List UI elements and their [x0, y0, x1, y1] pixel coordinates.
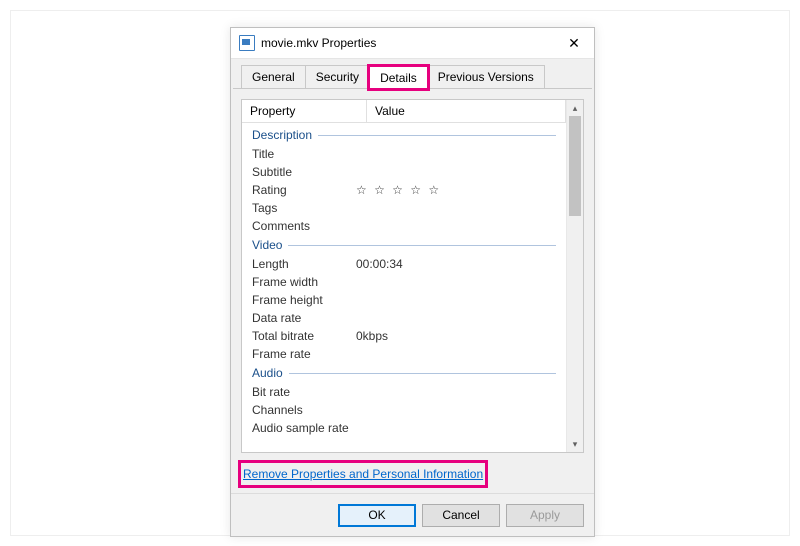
value-channels: [356, 403, 556, 417]
value-frame-width: [356, 275, 556, 289]
group-video: Video: [242, 235, 566, 255]
row-audio-sample-rate[interactable]: Audio sample rate: [242, 419, 566, 437]
label-data-rate: Data rate: [252, 311, 356, 325]
row-total-bitrate[interactable]: Total bitrate 0kbps: [242, 327, 566, 345]
tab-general[interactable]: General: [241, 65, 306, 88]
value-frame-rate: [356, 347, 556, 361]
value-title: [356, 147, 556, 161]
row-channels[interactable]: Channels: [242, 401, 566, 419]
row-bit-rate[interactable]: Bit rate: [242, 383, 566, 401]
value-tags: [356, 201, 556, 215]
property-rows: Description Title Subtitle Rating ☆: [242, 123, 566, 452]
row-frame-height[interactable]: Frame height: [242, 291, 566, 309]
label-comments: Comments: [252, 219, 356, 233]
scroll-thumb[interactable]: [569, 116, 581, 216]
value-comments: [356, 219, 556, 233]
row-length[interactable]: Length 00:00:34: [242, 255, 566, 273]
group-label-text: Audio: [252, 366, 283, 380]
row-subtitle[interactable]: Subtitle: [242, 163, 566, 181]
apply-button: Apply: [506, 504, 584, 527]
remove-link-highlight: Remove Properties and Personal Informati…: [241, 463, 485, 485]
properties-list: Property Value Description Title Subtitl…: [242, 100, 566, 452]
row-data-rate[interactable]: Data rate: [242, 309, 566, 327]
group-description: Description: [242, 125, 566, 145]
remove-properties-link[interactable]: Remove Properties and Personal Informati…: [243, 467, 483, 481]
label-rating: Rating: [252, 183, 356, 197]
value-bit-rate: [356, 385, 556, 399]
label-frame-width: Frame width: [252, 275, 356, 289]
page-frame: movie.mkv Properties ✕ General Security …: [10, 10, 790, 536]
tab-previous-versions[interactable]: Previous Versions: [427, 65, 545, 88]
properties-panel: Property Value Description Title Subtitl…: [241, 99, 584, 453]
label-tags: Tags: [252, 201, 356, 215]
file-icon: [239, 35, 255, 51]
group-label-text: Video: [252, 238, 282, 252]
tab-content: Property Value Description Title Subtitl…: [231, 89, 594, 493]
group-label-text: Description: [252, 128, 312, 142]
tab-security[interactable]: Security: [305, 65, 370, 88]
tab-details[interactable]: Details: [369, 66, 428, 89]
label-title: Title: [252, 147, 356, 161]
label-audio-sample-rate: Audio sample rate: [252, 421, 356, 435]
label-frame-rate: Frame rate: [252, 347, 356, 361]
row-comments[interactable]: Comments: [242, 217, 566, 235]
row-tags[interactable]: Tags: [242, 199, 566, 217]
value-rating[interactable]: ☆ ☆ ☆ ☆ ☆: [356, 183, 556, 197]
close-icon[interactable]: ✕: [554, 35, 594, 52]
value-length: 00:00:34: [356, 257, 556, 271]
label-length: Length: [252, 257, 356, 271]
row-title[interactable]: Title: [242, 145, 566, 163]
scrollbar[interactable]: ▴ ▾: [566, 100, 583, 452]
ok-button[interactable]: OK: [338, 504, 416, 527]
value-audio-sample-rate: [356, 421, 556, 435]
group-audio: Audio: [242, 363, 566, 383]
row-rating[interactable]: Rating ☆ ☆ ☆ ☆ ☆: [242, 181, 566, 199]
value-data-rate: [356, 311, 556, 325]
header-value[interactable]: Value: [367, 100, 566, 123]
value-frame-height: [356, 293, 556, 307]
window-title: movie.mkv Properties: [261, 36, 554, 50]
cancel-button[interactable]: Cancel: [422, 504, 500, 527]
header-property[interactable]: Property: [242, 100, 367, 123]
scroll-down-icon[interactable]: ▾: [567, 436, 583, 452]
label-channels: Channels: [252, 403, 356, 417]
label-total-bitrate: Total bitrate: [252, 329, 356, 343]
label-subtitle: Subtitle: [252, 165, 356, 179]
tab-strip: General Security Details Previous Versio…: [233, 59, 592, 89]
button-bar: OK Cancel Apply: [231, 493, 594, 536]
label-bit-rate: Bit rate: [252, 385, 356, 399]
value-subtitle: [356, 165, 556, 179]
column-headers: Property Value: [242, 100, 566, 123]
value-total-bitrate: 0kbps: [356, 329, 556, 343]
row-frame-width[interactable]: Frame width: [242, 273, 566, 291]
row-frame-rate[interactable]: Frame rate: [242, 345, 566, 363]
titlebar: movie.mkv Properties ✕: [231, 28, 594, 59]
properties-dialog: movie.mkv Properties ✕ General Security …: [230, 27, 595, 537]
scroll-up-icon[interactable]: ▴: [567, 100, 583, 116]
label-frame-height: Frame height: [252, 293, 356, 307]
